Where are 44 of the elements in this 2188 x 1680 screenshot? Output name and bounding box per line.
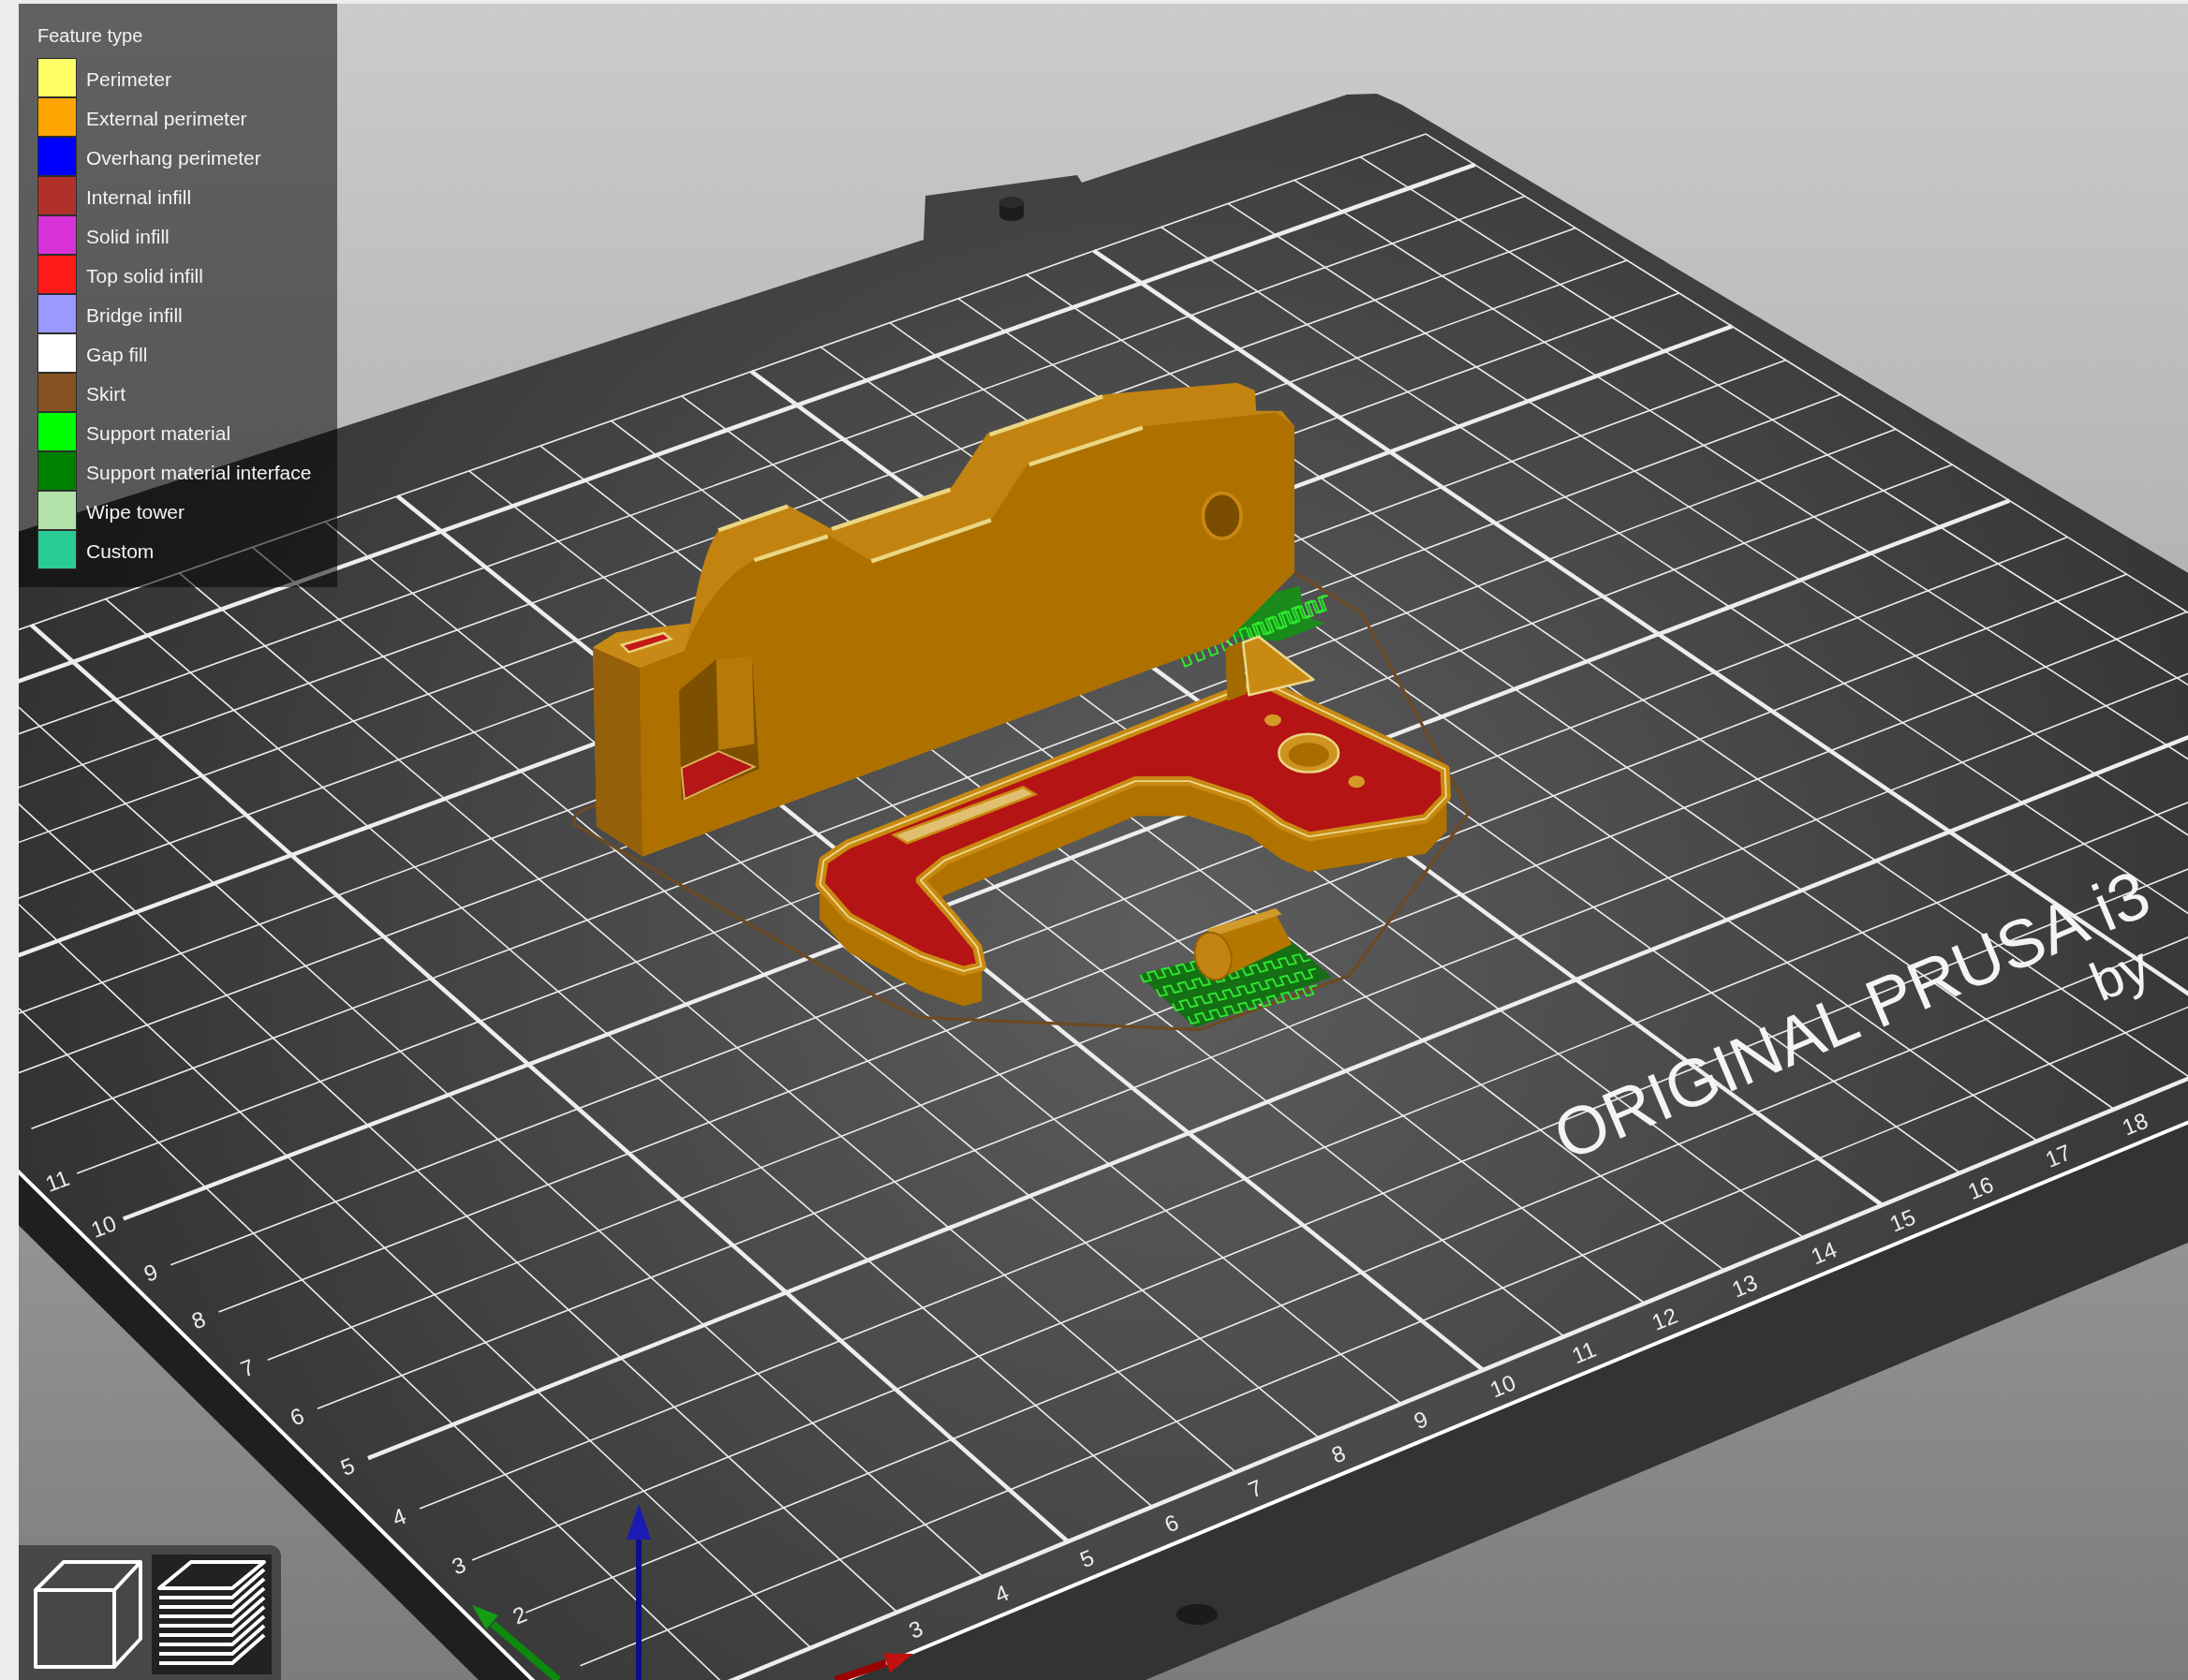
axis-label: 4 — [991, 1579, 1013, 1608]
axis-label: 13 — [1728, 1269, 1761, 1303]
axis-label: 7 — [1244, 1474, 1266, 1503]
preview-button[interactable] — [152, 1555, 272, 1674]
axis-label: 8 — [1327, 1439, 1350, 1468]
legend-label: Solid infill — [86, 225, 170, 249]
legend-label: Overhang perimeter — [86, 146, 261, 170]
legend-label: Support material interface — [86, 461, 312, 485]
axis-label: 18 — [2118, 1107, 2151, 1141]
legend-label: Internal infill — [86, 185, 192, 210]
legend-label: External perimeter — [86, 107, 247, 131]
legend-label: Support material — [86, 421, 231, 446]
legend-label: Perimeter — [86, 67, 172, 92]
legend-label: Wipe tower — [86, 500, 185, 524]
axis-label: 5 — [336, 1452, 359, 1481]
bed-hole — [1176, 1604, 1218, 1625]
axis-label: 7 — [237, 1353, 259, 1382]
axis-label: 14 — [1807, 1236, 1841, 1270]
cube-icon — [34, 1560, 142, 1669]
axis-label: 3 — [905, 1614, 927, 1643]
axis-label: 16 — [1964, 1171, 1998, 1205]
bed-post — [999, 197, 1024, 221]
axis-label: 8 — [187, 1305, 210, 1334]
axis-label: 12 — [1648, 1302, 1681, 1335]
legend-label: Custom — [86, 539, 155, 564]
axis-label: 6 — [1161, 1509, 1182, 1538]
axis-label: 10 — [87, 1210, 120, 1243]
axis-label: 15 — [1885, 1203, 1919, 1237]
axis-label: 4 — [388, 1502, 410, 1531]
axis-label: 9 — [140, 1259, 161, 1288]
legend-title: Feature type — [37, 24, 143, 47]
axis-label: 17 — [2041, 1139, 2075, 1172]
axis-label: 11 — [1568, 1335, 1600, 1369]
axis-label: 9 — [1410, 1406, 1432, 1435]
axis-label: 11 — [41, 1164, 73, 1197]
legend-label: Top solid infill — [86, 264, 203, 288]
legend-label: Gap fill — [86, 343, 148, 367]
axis-label: 3 — [448, 1551, 470, 1580]
legend-label: Skirt — [86, 382, 126, 406]
axis-label: 2 — [509, 1600, 531, 1629]
axis-label: 10 — [1486, 1369, 1519, 1403]
legend-label: Bridge infill — [86, 303, 183, 328]
axis-label: 5 — [1076, 1544, 1098, 1573]
axis-label: 6 — [287, 1402, 308, 1431]
